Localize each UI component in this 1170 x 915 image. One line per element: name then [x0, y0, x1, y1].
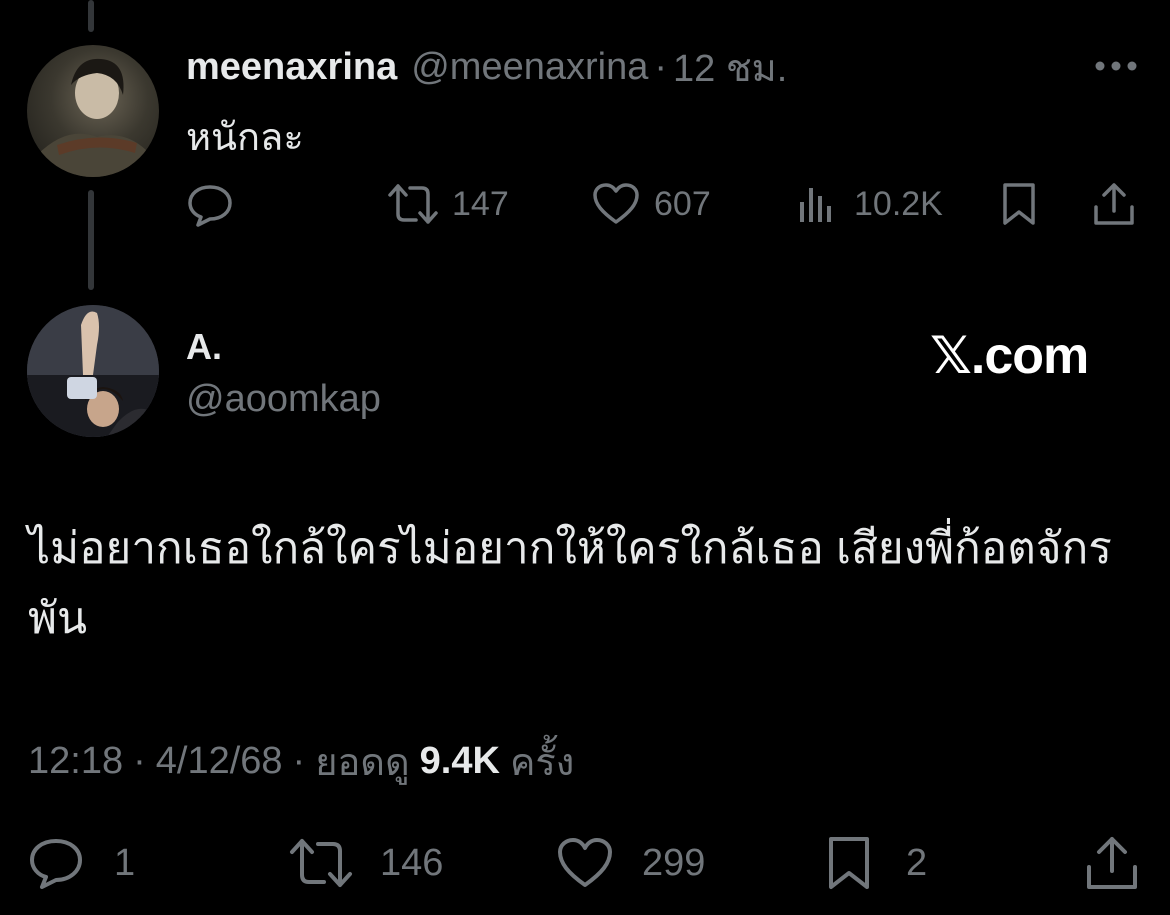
- retweet-count: 147: [452, 184, 509, 223]
- retweet-count: 146: [380, 841, 444, 884]
- more-horizontal-icon[interactable]: [1092, 56, 1140, 76]
- reply-icon: [30, 839, 82, 889]
- share-button[interactable]: [1084, 834, 1140, 892]
- meta-time[interactable]: 12:18: [28, 740, 123, 783]
- separator: ·: [654, 45, 668, 88]
- meta-date[interactable]: 4/12/68: [156, 740, 283, 783]
- author-handle[interactable]: @aoomkap: [186, 378, 381, 421]
- bookmark-button[interactable]: 2: [826, 834, 927, 892]
- bookmark-icon: [829, 837, 869, 889]
- retweet-button[interactable]: 147: [386, 180, 509, 228]
- heart-icon: [558, 838, 612, 887]
- avatar-photo: [37, 58, 151, 177]
- reply-button[interactable]: [186, 182, 234, 228]
- reply-icon: [188, 185, 232, 227]
- bookmark-icon: [1003, 183, 1035, 225]
- handle[interactable]: @meenaxrina: [411, 46, 648, 89]
- tweet-meta: 12:18 · 4/12/68 · ยอดดู 9.4K ครั้ง: [28, 738, 574, 784]
- main-tweet-text: ไม่อยากเธอใกล้ใครไม่อยากให้ใครใกล้เธอ เส…: [28, 524, 1112, 643]
- like-count: 607: [654, 184, 711, 223]
- views-button[interactable]: 10.2K: [796, 180, 943, 228]
- display-name[interactable]: meenaxrina: [186, 46, 397, 89]
- heart-icon: [593, 183, 639, 224]
- retweet-icon: [290, 839, 352, 887]
- reply-count: 1: [114, 841, 136, 884]
- parent-tweet-header: meenaxrina @meenaxrina · 12 ชม.: [186, 42, 787, 92]
- reply-button[interactable]: 1: [28, 836, 135, 890]
- thread-line-bottom: [88, 190, 94, 290]
- meta-views-suffix: ครั้ง: [509, 741, 575, 784]
- author-display-name[interactable]: A.: [186, 326, 222, 368]
- parent-tweet-text: หนักละ: [186, 117, 304, 159]
- thread-line-top: [88, 0, 94, 32]
- like-count: 299: [642, 841, 706, 884]
- share-button[interactable]: [1092, 180, 1136, 228]
- share-icon: [1087, 837, 1137, 889]
- views-icon: [800, 188, 831, 222]
- bookmark-count: 2: [906, 841, 928, 884]
- avatar-photo: [27, 305, 159, 437]
- bookmark-button[interactable]: [1000, 180, 1038, 228]
- meta-separator: ·: [292, 739, 306, 782]
- timestamp[interactable]: 12 ชม.: [673, 37, 787, 98]
- meta-separator: ·: [133, 739, 146, 782]
- share-icon: [1094, 183, 1134, 225]
- views-count: 10.2K: [854, 184, 943, 223]
- avatar-meenaxrina[interactable]: [27, 45, 159, 177]
- avatar-aoomkap[interactable]: [27, 305, 159, 437]
- meta-views-prefix: ยอดดู: [315, 741, 410, 784]
- x-com-logo: 𝕏.com: [930, 327, 1089, 385]
- meta-views-count[interactable]: 9.4K: [420, 740, 500, 783]
- like-button[interactable]: 607: [592, 180, 711, 228]
- retweet-icon: [388, 184, 438, 224]
- retweet-button[interactable]: 146: [288, 836, 443, 890]
- like-button[interactable]: 299: [556, 836, 705, 890]
